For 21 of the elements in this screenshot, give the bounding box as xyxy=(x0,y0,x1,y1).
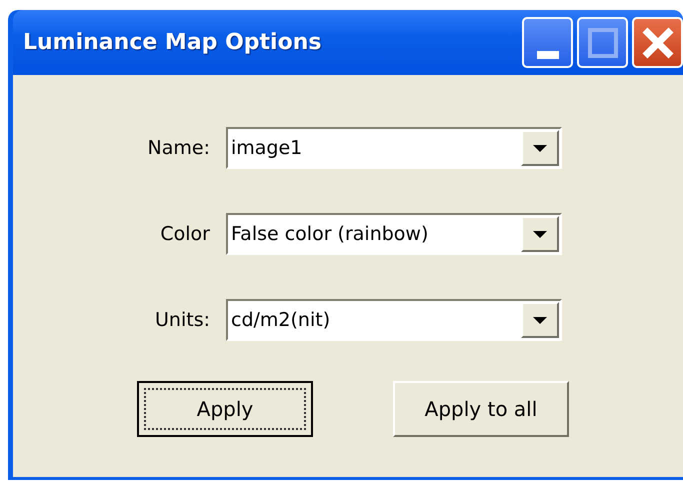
dropdown-field[interactable]: image1 xyxy=(226,127,562,169)
caret-icon xyxy=(533,230,547,238)
field-label: Color xyxy=(159,223,211,245)
dropdown-button[interactable] xyxy=(521,302,559,338)
push-button[interactable]: Apply xyxy=(137,381,313,437)
dropdown-field[interactable]: cd/m2(nit) xyxy=(226,299,562,341)
minimize-button[interactable] xyxy=(522,17,573,68)
window-title: Luminance Map Options xyxy=(23,30,322,55)
caret-icon xyxy=(533,144,547,152)
minimize-icon xyxy=(536,50,558,58)
close-button[interactable] xyxy=(632,17,683,68)
close-icon xyxy=(640,26,674,60)
dropdown-field[interactable]: False color (rainbow) xyxy=(226,213,562,255)
caret-icon xyxy=(533,316,547,324)
field-label: Name: xyxy=(146,137,211,159)
push-button[interactable]: Apply to all xyxy=(393,381,569,437)
maximize-icon xyxy=(588,28,618,58)
maximize-button[interactable] xyxy=(577,17,628,68)
field-label: Units: xyxy=(154,309,211,331)
dropdown-button[interactable] xyxy=(521,130,559,166)
dropdown-button[interactable] xyxy=(521,216,559,252)
